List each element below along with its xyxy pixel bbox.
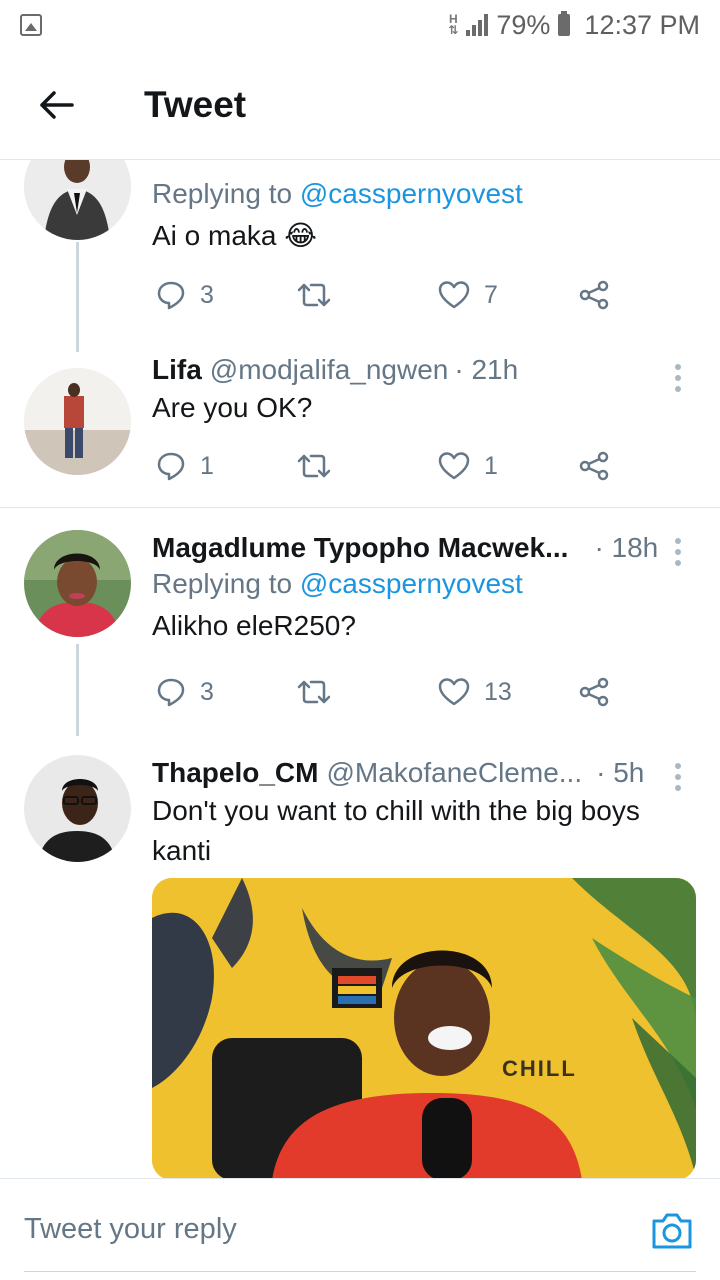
camera-icon [652, 1213, 692, 1249]
user-handle[interactable]: @MakofaneCleme... [326, 757, 582, 789]
reply-button[interactable]: 1 [156, 446, 214, 486]
tweet-item[interactable]: Magadlume Typopho Macwek... · 18h Replyi… [0, 508, 720, 736]
like-icon [438, 281, 470, 309]
tweet-text: Don't you want to chill with the big boy… [152, 795, 640, 866]
status-right: H ⇅ 79% 12:37 PM [448, 10, 700, 41]
tweet-actions: 3 13 [152, 672, 622, 712]
reply-button[interactable]: 3 [156, 672, 214, 712]
retweet-icon [297, 680, 331, 704]
like-icon [438, 452, 470, 480]
retweet-button[interactable] [296, 672, 332, 712]
media-sign-text: CHILL [502, 1056, 577, 1081]
tweet-body: Thapelo_CM @MakofaneCleme... · 5h Don't … [152, 757, 700, 871]
like-button[interactable]: 7 [438, 275, 498, 315]
avatar[interactable] [24, 755, 131, 862]
mention-link[interactable]: @casspernyovest [300, 178, 523, 209]
share-icon [579, 280, 609, 310]
user-handle[interactable]: @modjalifa_ngwen [210, 354, 449, 386]
reply-icon [157, 678, 185, 707]
tweet-actions: 3 7 [152, 275, 622, 315]
reply-composer [0, 1178, 720, 1280]
gallery-notification-icon [20, 14, 42, 36]
tweet-header: Lifa @modjalifa_ngwen · 21h [152, 354, 700, 386]
reply-input[interactable] [24, 1213, 584, 1246]
battery-percent: 79% [496, 9, 551, 40]
retweet-button[interactable] [296, 275, 332, 315]
camera-button[interactable] [650, 1211, 694, 1251]
tweet-time: · 21h [454, 354, 519, 385]
like-button[interactable]: 1 [438, 446, 498, 486]
more-options-icon[interactable] [658, 532, 698, 572]
share-button[interactable] [578, 672, 610, 712]
tweet-item[interactable]: Thapelo_CM @MakofaneCleme... · 5h Don't … [0, 733, 720, 1178]
avatar[interactable] [24, 160, 131, 240]
reply-icon [157, 452, 185, 481]
tweet-body: Replying to @casspernyovest Ai o maka 😂 [152, 174, 700, 256]
avatar[interactable] [24, 368, 131, 475]
tweet-text: Alikho eleR250? [152, 610, 356, 641]
retweet-icon [297, 283, 331, 307]
tweet-item[interactable]: Lifa @modjalifa_ngwen · 21h Are you OK? … [0, 350, 720, 507]
more-options-icon[interactable] [658, 358, 698, 398]
tweet-text: Are you OK? [152, 392, 313, 423]
reply-button[interactable]: 3 [156, 275, 214, 315]
input-underline [24, 1271, 696, 1272]
avatar[interactable] [24, 530, 131, 637]
reply-feed[interactable]: Replying to @casspernyovest Ai o maka 😂 … [0, 160, 720, 1178]
tweet-time: · 5h [596, 757, 645, 788]
replying-to: Replying to @casspernyovest [152, 178, 523, 209]
status-bar: H ⇅ 79% 12:37 PM [0, 0, 720, 50]
page-title: Tweet [144, 83, 247, 125]
signal-icon [466, 14, 489, 36]
more-options-icon[interactable] [658, 684, 698, 724]
tweet-time: · 18h [594, 532, 659, 563]
tweet-item[interactable]: Replying to @casspernyovest Ai o maka 😂 … [0, 160, 720, 352]
display-name[interactable]: Lifa [152, 354, 202, 386]
network-type-icon: H ⇅ [448, 12, 459, 37]
reply-icon [157, 281, 185, 310]
tweet-media-image[interactable]: CHILL [152, 878, 696, 1178]
share-button[interactable] [578, 275, 610, 315]
battery-icon [558, 11, 571, 36]
like-button[interactable]: 13 [438, 672, 512, 712]
retweet-button[interactable] [296, 446, 332, 486]
back-arrow-icon [40, 90, 74, 119]
share-button[interactable] [578, 446, 610, 486]
back-button[interactable] [26, 75, 86, 135]
tweet-header: Thapelo_CM @MakofaneCleme... · 5h [152, 757, 700, 789]
tweet-header: Magadlume Typopho Macwek... · 18h [152, 532, 700, 564]
retweet-icon [297, 454, 331, 478]
thread-line [76, 644, 79, 736]
tweet-text: Ai o maka 😂 [152, 220, 317, 251]
like-icon [438, 678, 470, 706]
more-options-icon[interactable] [658, 757, 698, 797]
display-name[interactable]: Magadlume Typopho Macwek... [152, 532, 568, 564]
share-icon [579, 677, 609, 707]
header: Tweet [0, 50, 720, 160]
replying-to: Replying to @casspernyovest [152, 568, 523, 599]
mention-link[interactable]: @casspernyovest [300, 568, 523, 599]
display-name[interactable]: Thapelo_CM [152, 757, 318, 789]
tweet-body: Magadlume Typopho Macwek... · 18h Replyi… [152, 532, 700, 646]
share-icon [579, 451, 609, 481]
tweet-actions: 1 1 [152, 446, 622, 486]
tweet-body: Lifa @modjalifa_ngwen · 21h Are you OK? [152, 354, 700, 428]
clock: 12:37 PM [584, 9, 700, 40]
thread-line [76, 242, 79, 352]
